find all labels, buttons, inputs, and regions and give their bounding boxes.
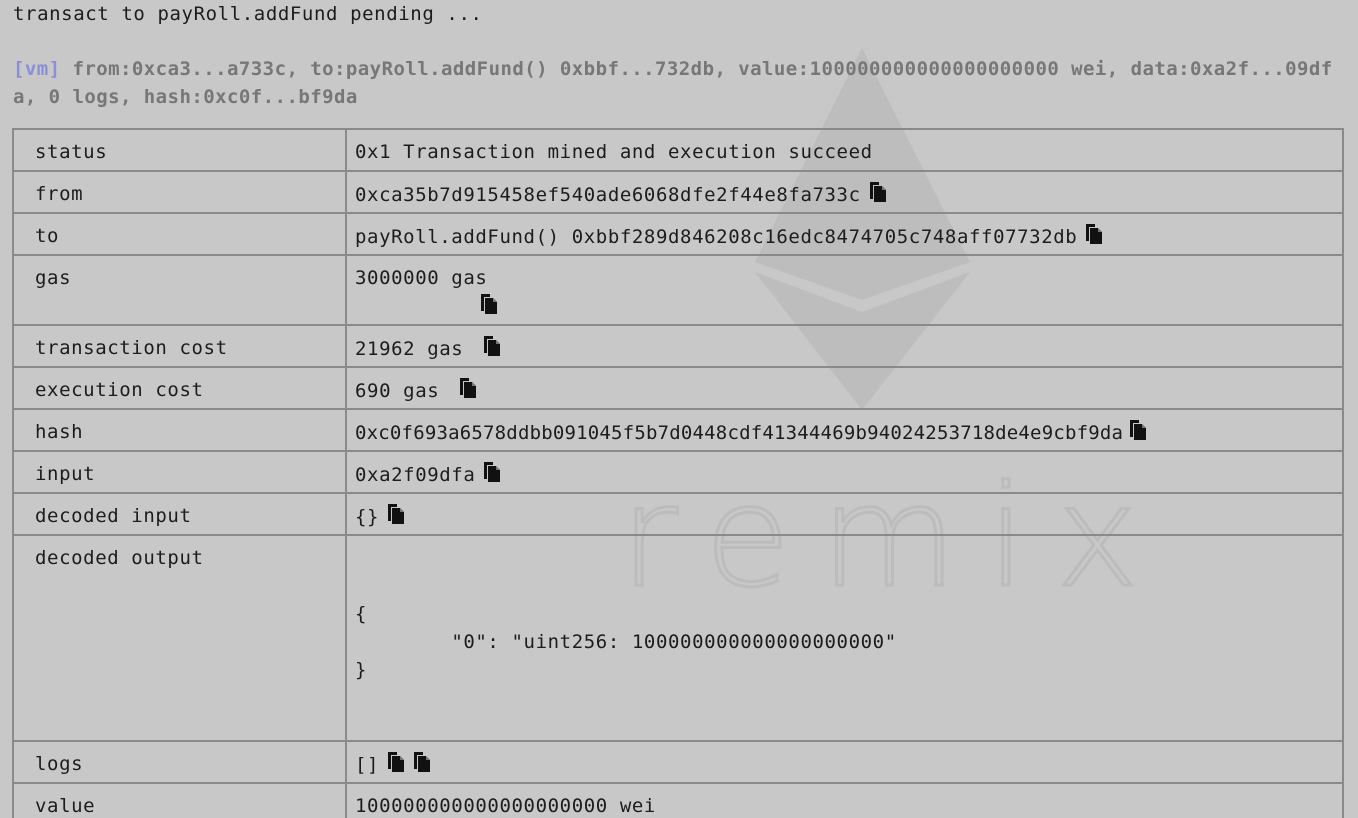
copy-icon[interactable] (479, 460, 503, 484)
row-decoded-input: decoded input {} (12, 492, 1344, 536)
hash-value: 0xc0f693a6578ddbb091045f5b7d0448cdf41344… (355, 422, 1124, 444)
copy-icon[interactable] (865, 180, 889, 204)
transaction-cost-value: 21962 gas (355, 338, 476, 360)
copy-icon[interactable] (1125, 418, 1149, 442)
decoded-output-line: "0": "uint256: 100000000000000000000" (355, 631, 897, 653)
execution-cost-label: execution cost (12, 366, 347, 410)
decoded-input-value: {} (355, 506, 380, 528)
input-value: 0xa2f09dfa (355, 464, 476, 486)
transaction-details-table: status 0x1 Transaction mined and executi… (12, 128, 1344, 818)
status-value: 0x1 Transaction mined and execution succ… (345, 128, 1344, 172)
row-decoded-output: decoded output { "0": "uint256: 10000000… (12, 534, 1344, 742)
row-status: status 0x1 Transaction mined and executi… (12, 128, 1344, 172)
copy-icon[interactable] (1081, 222, 1105, 246)
to-label: to (12, 212, 347, 256)
input-label: input (12, 450, 347, 494)
value-value: 100000000000000000000 wei (355, 795, 656, 817)
value-label: value (12, 782, 347, 818)
copy-icon[interactable] (479, 334, 503, 358)
logs-label: logs (12, 740, 347, 784)
status-label: status (12, 128, 347, 172)
to-value: payRoll.addFund() 0xbbf289d846208c16edc8… (355, 226, 1078, 248)
summary-text: from:0xca3...a733c, to:payRoll.addFund()… (13, 58, 1333, 108)
execution-cost-value: 690 gas (355, 380, 452, 402)
copy-icon[interactable] (383, 750, 407, 774)
gas-label: gas (12, 254, 347, 326)
from-value: 0xca35b7d915458ef540ade6068dfe2f44e8fa73… (355, 184, 861, 206)
transaction-summary[interactable]: [vm] from:0xca3...a733c, to:payRoll.addF… (13, 55, 1333, 111)
row-hash: hash 0xc0f693a6578ddbb091045f5b7d0448cdf… (12, 408, 1344, 452)
decoded-input-label: decoded input (12, 492, 347, 536)
from-label: from (12, 170, 347, 214)
copy-icon[interactable] (383, 502, 407, 526)
gas-value: 3000000 gas (355, 267, 488, 289)
row-transaction-cost: transaction cost 21962 gas (12, 324, 1344, 368)
copy-icon[interactable] (476, 292, 500, 316)
row-input: input 0xa2f09dfa (12, 450, 1344, 494)
hash-label: hash (12, 408, 347, 452)
transaction-cost-label: transaction cost (12, 324, 347, 368)
copy-icon[interactable] (455, 376, 479, 400)
terminal-output: remix transact to payRoll.addFund pendin… (0, 0, 1358, 818)
row-from: from 0xca35b7d915458ef540ade6068dfe2f44e… (12, 170, 1344, 214)
decoded-output-close: } (355, 659, 368, 681)
logs-value: [] (355, 754, 380, 776)
decoded-output-open: { (355, 603, 368, 625)
vm-tag: [vm] (13, 58, 61, 80)
row-to: to payRoll.addFund() 0xbbf289d846208c16e… (12, 212, 1344, 256)
row-execution-cost: execution cost 690 gas (12, 366, 1344, 410)
row-logs: logs [] (12, 740, 1344, 784)
copy-icon[interactable] (409, 750, 433, 774)
decoded-output-label: decoded output (12, 534, 347, 742)
pending-message: transact to payRoll.addFund pending ... (13, 3, 483, 25)
row-value: value 100000000000000000000 wei (12, 782, 1344, 818)
row-gas: gas 3000000 gas (12, 254, 1344, 326)
